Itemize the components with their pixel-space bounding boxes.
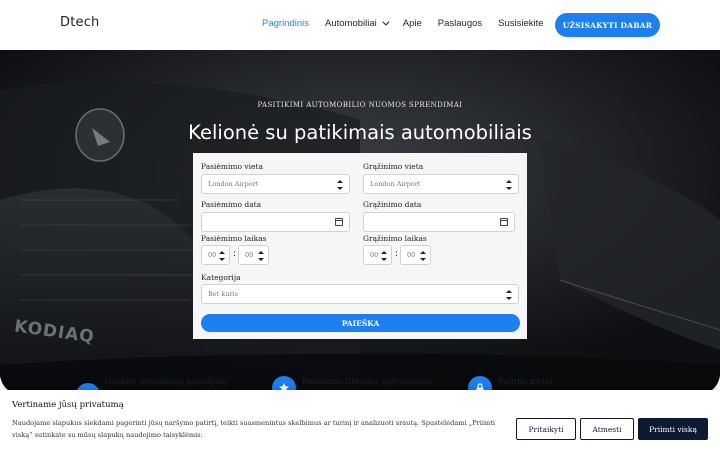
nav-item-home[interactable]: Pagrindinis bbox=[262, 18, 309, 29]
select-arrows-icon bbox=[506, 180, 512, 190]
pickup-location-value: London Airport bbox=[208, 180, 259, 188]
select-arrows-icon bbox=[258, 251, 264, 261]
time-separator: : bbox=[233, 249, 237, 259]
hero-kicker: PASITIKIMI AUTOMOBILIO NUOMOS SPRENDIMAI bbox=[257, 101, 463, 109]
order-now-button[interactable]: UŽSISAKYTI DABAR bbox=[555, 13, 660, 37]
return-location-value: London Airport bbox=[370, 180, 421, 188]
return-hour-select[interactable]: 00 bbox=[363, 245, 392, 265]
calendar-icon[interactable] bbox=[500, 218, 508, 226]
pickup-minute-value: 00 bbox=[245, 251, 254, 259]
main-nav: Pagrindinis Automobiliai Apie Paslaugos … bbox=[262, 18, 560, 29]
return-location-select[interactable]: London Airport bbox=[363, 174, 519, 194]
nav-item-contact[interactable]: Susisiekite bbox=[498, 18, 543, 29]
nav-item-label: Apie bbox=[402, 18, 422, 29]
return-time-label: Grąžinimo laikas bbox=[363, 234, 427, 243]
cookie-title: Vertiname jūsų privatumą bbox=[12, 400, 124, 410]
booking-form: Pasiėmimo vieta London Airport Grąžinimo… bbox=[193, 153, 527, 339]
return-minute-value: 00 bbox=[407, 251, 416, 259]
cookie-customize-button[interactable]: Pritaikyti bbox=[516, 418, 576, 440]
time-separator: : bbox=[395, 249, 399, 259]
site-header: Dtech Pagrindinis Automobiliai Apie Pasl… bbox=[0, 0, 720, 50]
return-minute-select[interactable]: 00 bbox=[400, 245, 431, 265]
cookie-consent-bar: Vertiname jūsų privatumą Naudojame slapu… bbox=[0, 390, 720, 450]
feature-label-reviews: Remiantis tikromis apžvalgomis bbox=[302, 377, 432, 386]
select-arrows-icon bbox=[337, 180, 343, 190]
select-arrows-icon bbox=[381, 251, 387, 261]
select-arrows-icon bbox=[506, 290, 512, 300]
chevron-down-icon bbox=[382, 18, 390, 26]
nav-item-cars[interactable]: Automobiliai bbox=[325, 18, 390, 29]
nav-item-label: Pagrindinis bbox=[262, 18, 309, 29]
return-date-label: Grąžinimo data bbox=[363, 200, 422, 209]
cookie-accept-all-button[interactable]: Priimti viską bbox=[638, 418, 708, 440]
return-date-input[interactable] bbox=[363, 212, 515, 232]
category-select[interactable]: Bet kuris bbox=[201, 284, 519, 304]
pickup-hour-select[interactable]: 00 bbox=[201, 245, 230, 265]
cookie-reject-button[interactable]: Atmesti bbox=[580, 418, 634, 440]
cookie-text: Naudojame slapukus siekdami pagerinti jū… bbox=[12, 419, 495, 439]
select-arrows-icon bbox=[420, 251, 426, 261]
nav-item-services[interactable]: Paslaugos bbox=[438, 18, 482, 29]
calendar-icon[interactable] bbox=[335, 218, 343, 226]
pickup-time-label: Pasiėmimo laikas bbox=[201, 234, 267, 243]
nav-item-label: Susisiekite bbox=[498, 18, 544, 29]
pickup-date-input[interactable] bbox=[201, 212, 350, 232]
category-value: Bet kuris bbox=[208, 290, 238, 298]
select-arrows-icon bbox=[219, 251, 225, 261]
feature-label-experience: Patirtis metai bbox=[498, 377, 553, 386]
return-location-label: Grąžinimo vieta bbox=[363, 162, 424, 171]
pickup-location-label: Pasiėmimo vieta bbox=[201, 162, 263, 171]
nav-item-label: Paslaugos bbox=[437, 18, 483, 29]
pickup-minute-select[interactable]: 00 bbox=[238, 245, 269, 265]
nav-item-about[interactable]: Apie bbox=[403, 18, 422, 29]
hero-section: KODIAQ PASITIKIMI AUTOMOBILIO NUOMOS SPR… bbox=[0, 50, 720, 395]
search-button[interactable]: PAIEŠKA bbox=[201, 314, 520, 332]
hero-title: Kelionė su patikimais automobiliais bbox=[188, 121, 532, 144]
feature-label-quote: Gaukite nemokamą pasiūlymą bbox=[105, 377, 228, 386]
return-hour-value: 00 bbox=[370, 251, 379, 259]
category-label: Kategorija bbox=[201, 273, 241, 282]
pickup-location-select[interactable]: London Airport bbox=[201, 174, 350, 194]
pickup-date-label: Pasiėmimo data bbox=[201, 200, 262, 209]
page: Dtech Pagrindinis Automobiliai Apie Pasl… bbox=[0, 0, 720, 450]
nav-item-label: Automobiliai bbox=[325, 18, 377, 29]
pickup-hour-value: 00 bbox=[208, 251, 217, 259]
site-logo[interactable]: Dtech bbox=[60, 15, 100, 30]
